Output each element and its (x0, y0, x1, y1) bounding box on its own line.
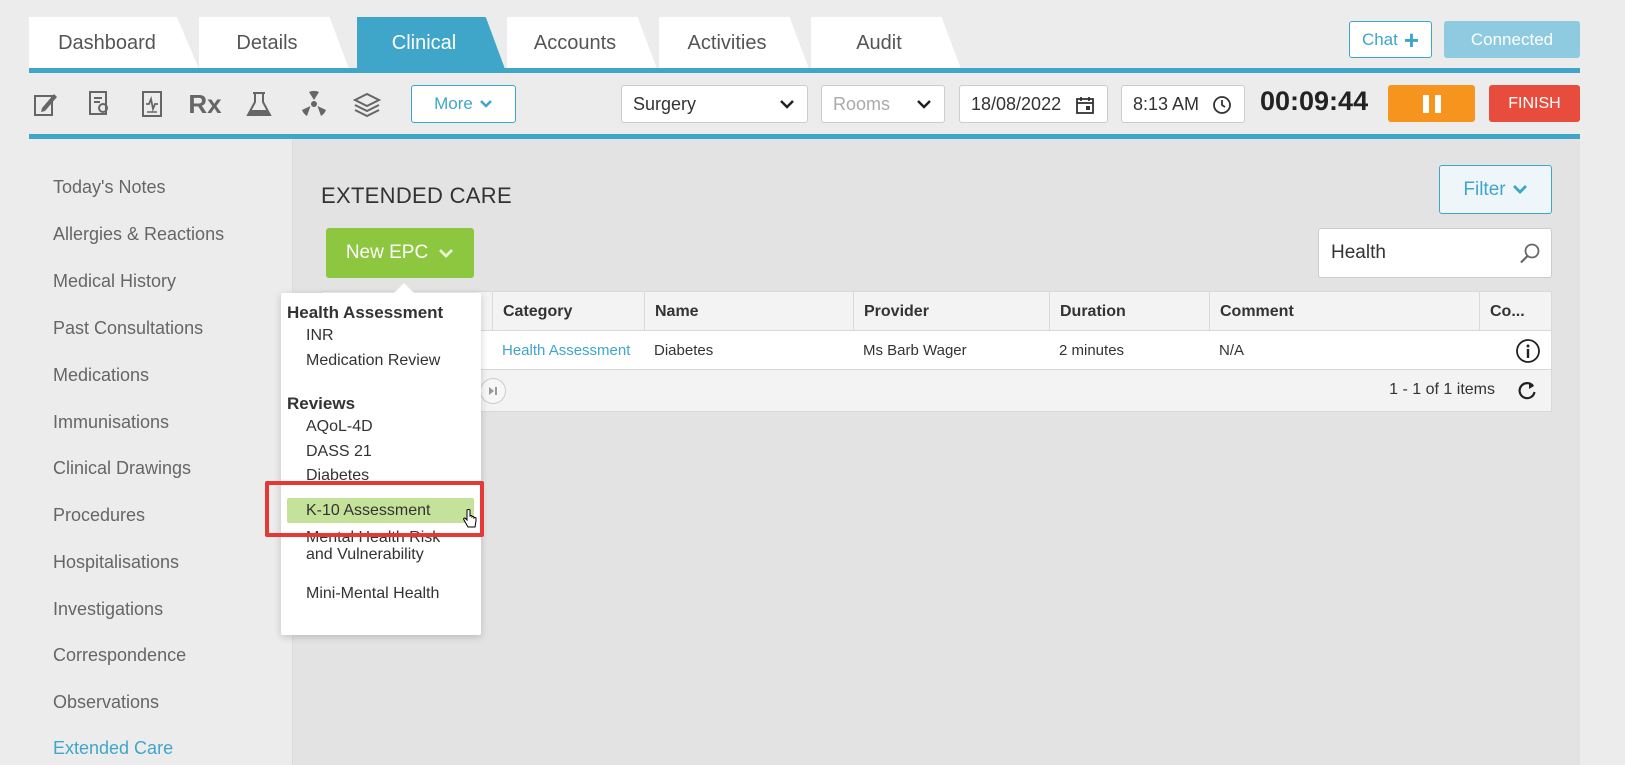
sidebar-item-investigations[interactable]: Investigations (53, 599, 163, 620)
sidebar-item-clinical-drawings[interactable]: Clinical Drawings (53, 458, 191, 479)
chevron-down-icon (1512, 185, 1527, 194)
consultation-timer: 00:09:44 (1260, 86, 1369, 116)
menu-item-medication-review[interactable]: Medication Review (306, 352, 471, 369)
pathology-icon[interactable] (243, 88, 275, 120)
prescription-icon[interactable]: Rx (188, 88, 222, 120)
new-epc-dropdown: Health Assessment INR Medication Review … (281, 283, 481, 635)
certificate-icon[interactable] (83, 88, 115, 120)
menu-item-inr[interactable]: INR (306, 327, 471, 344)
tab-label: Clinical (391, 31, 457, 54)
more-button[interactable]: More (411, 85, 516, 123)
refresh-icon[interactable] (1516, 380, 1538, 402)
report-icon[interactable] (136, 88, 168, 120)
tab-activities[interactable]: Activities (659, 17, 809, 69)
date-field[interactable]: 18/08/2022 (959, 85, 1108, 123)
highlight-annotation-box (265, 481, 484, 537)
sidebar-item-correspondence[interactable]: Correspondence (53, 645, 186, 666)
tab-details[interactable]: Details (199, 17, 349, 69)
filter-label: Filter (1463, 178, 1506, 200)
table-pager: 1 - 1 of 1 items (321, 370, 1552, 412)
pause-icon (1434, 94, 1441, 113)
column-header-duration[interactable]: Duration (1049, 292, 1209, 332)
tab-label: Details (236, 31, 298, 54)
last-page-icon[interactable] (480, 378, 506, 404)
sidebar-item-todays-notes[interactable]: Today's Notes (53, 177, 166, 198)
column-header-category[interactable]: Category (492, 292, 644, 332)
sidebar-item-hospitalisations[interactable]: Hospitalisations (53, 552, 179, 573)
tab-audit[interactable]: Audit (811, 17, 961, 69)
books-icon[interactable] (351, 88, 383, 120)
plus-icon: + (1403, 24, 1420, 55)
cell-name: Diabetes (654, 342, 714, 359)
chevron-down-icon (780, 100, 794, 109)
sidebar-item-allergies[interactable]: Allergies & Reactions (53, 224, 224, 245)
tab-clinical[interactable]: Clinical (357, 17, 505, 69)
dropdown-group-health-assessment: Health Assessment (287, 303, 444, 322)
pause-button[interactable] (1388, 85, 1475, 122)
cell-category[interactable]: Health Assessment (492, 331, 630, 370)
calendar-icon[interactable] (1075, 95, 1095, 115)
chevron-down-icon (479, 100, 492, 108)
page-title: EXTENDED CARE (321, 183, 512, 208)
finish-label: FINISH (1508, 94, 1561, 112)
table-header: Category Name Provider Duration Comment … (321, 291, 1552, 332)
location-value: Surgery (633, 93, 697, 114)
sidebar-item-medications[interactable]: Medications (53, 365, 149, 386)
tab-label: Activities (687, 31, 767, 54)
tab-label: Accounts (533, 31, 617, 54)
chat-label: Chat (1361, 29, 1398, 49)
chat-button[interactable]: Chat + (1349, 21, 1432, 58)
sidebar-item-observations[interactable]: Observations (53, 692, 159, 713)
cell-provider: Ms Barb Wager (863, 342, 967, 359)
date-value: 18/08/2022 (971, 93, 1062, 114)
tab-accounts[interactable]: Accounts (507, 17, 657, 69)
filter-button[interactable]: Filter (1439, 165, 1552, 214)
cell-duration: 2 minutes (1059, 342, 1125, 359)
info-icon[interactable] (1505, 331, 1541, 370)
search-input[interactable]: Health (1318, 228, 1552, 278)
rooms-placeholder: Rooms (833, 93, 891, 114)
hand-cursor-icon (463, 509, 477, 528)
sidebar-item-medical-history[interactable]: Medical History (53, 271, 176, 292)
sidebar-item-procedures[interactable]: Procedures (53, 505, 145, 526)
tab-dashboard[interactable]: Dashboard (29, 17, 199, 69)
pager-info: 1 - 1 of 1 items (1389, 381, 1495, 398)
finish-button[interactable]: FINISH (1489, 85, 1580, 122)
chevron-down-icon (917, 100, 931, 109)
pause-icon (1422, 94, 1429, 113)
sidebar-item-extended-care[interactable]: Extended Care (53, 738, 173, 759)
connected-label: Connected (1470, 29, 1554, 49)
sidebar-item-immunisations[interactable]: Immunisations (53, 412, 169, 433)
table-row[interactable]: Health Assessment Diabetes Ms Barb Wager… (321, 331, 1552, 370)
notes-icon[interactable] (30, 88, 62, 120)
rx-glyph: Rx (188, 88, 222, 119)
more-label: More (434, 94, 473, 113)
rooms-select[interactable]: Rooms (821, 85, 945, 123)
new-epc-label: New EPC (345, 242, 429, 263)
menu-item-aqol-4d[interactable]: AQoL-4D (306, 418, 471, 435)
time-value: 8:13 AM (1133, 93, 1200, 114)
cell-comment: N/A (1219, 342, 1245, 359)
column-header-name[interactable]: Name (644, 292, 853, 332)
dropdown-group-reviews: Reviews (287, 394, 356, 413)
clock-icon[interactable] (1212, 95, 1232, 115)
new-epc-button[interactable]: New EPC (326, 228, 474, 278)
sidebar-item-past-consultations[interactable]: Past Consultations (53, 318, 203, 339)
column-header-provider[interactable]: Provider (853, 292, 1049, 332)
tab-label: Dashboard (58, 31, 156, 54)
clinical-sidebar: Today's Notes Allergies & Reactions Medi… (29, 139, 293, 765)
column-header-co[interactable]: Co... (1479, 292, 1552, 332)
time-field[interactable]: 8:13 AM (1121, 85, 1245, 123)
menu-item-mini-mental-health[interactable]: Mini-Mental Health (306, 585, 471, 602)
tab-label: Audit (856, 31, 902, 54)
column-header-comment[interactable]: Comment (1209, 292, 1479, 332)
radiology-icon[interactable] (298, 88, 330, 120)
search-icon[interactable] (1519, 242, 1541, 264)
tabbar-divider (29, 68, 1580, 73)
location-select[interactable]: Surgery (621, 85, 808, 123)
search-value: Health (1331, 242, 1386, 263)
connected-button[interactable]: Connected (1444, 21, 1580, 58)
menu-item-dass-21[interactable]: DASS 21 (306, 443, 471, 460)
chevron-down-icon (439, 248, 454, 258)
